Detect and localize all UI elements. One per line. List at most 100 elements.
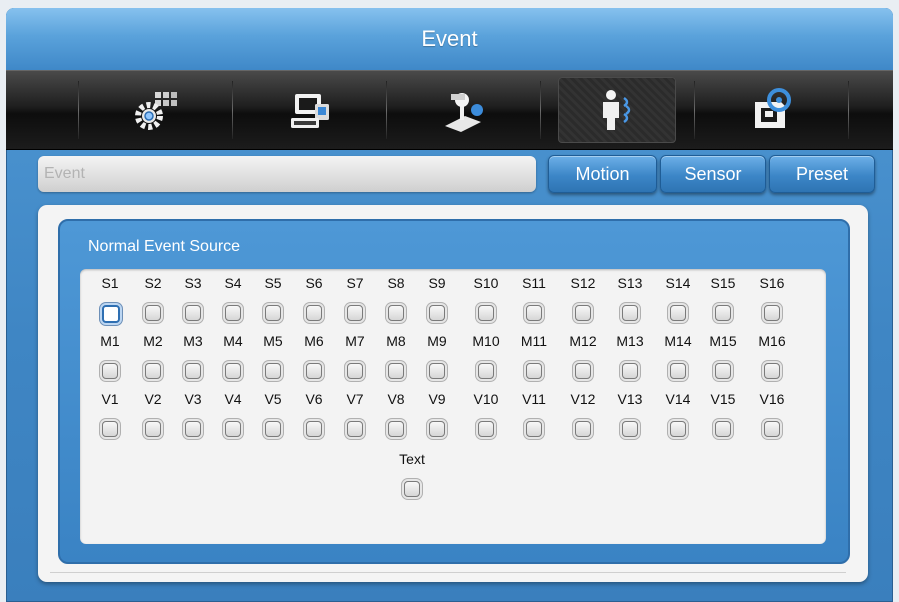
- source-label-2-4: V5: [264, 391, 282, 407]
- source-checkbox-1-5[interactable]: [306, 363, 322, 379]
- source-checkbox-0-4[interactable]: [265, 305, 281, 321]
- source-checkbox-1-13[interactable]: [670, 363, 686, 379]
- source-checkbox-2-12[interactable]: [622, 421, 638, 437]
- source-checkbox-0-13[interactable]: [670, 305, 686, 321]
- source-checkbox-0-8[interactable]: [429, 305, 445, 321]
- source-label-2-2: V3: [184, 391, 202, 407]
- event-name-field[interactable]: Event: [38, 156, 536, 192]
- source-checkbox-0-9[interactable]: [478, 305, 494, 321]
- source-checkbox-2-8[interactable]: [429, 421, 445, 437]
- source-checkbox-1-15[interactable]: [764, 363, 780, 379]
- source-label-1-15: M16: [758, 333, 786, 349]
- source-label-0-14: S15: [710, 275, 736, 291]
- motion-tab-button[interactable]: Motion: [548, 155, 657, 193]
- source-label-1-5: M6: [304, 333, 324, 349]
- source-checkbox-2-1[interactable]: [145, 421, 161, 437]
- source-checkbox-2-7[interactable]: [388, 421, 404, 437]
- source-label-1-6: M7: [345, 333, 365, 349]
- group-title: Normal Event Source: [88, 238, 241, 255]
- source-label-2-11: V12: [570, 391, 596, 407]
- source-checkbox-1-0[interactable]: [102, 363, 118, 379]
- source-label-2-7: V8: [387, 391, 405, 407]
- source-label-2-1: V2: [144, 391, 162, 407]
- storage-disc-icon[interactable]: [712, 77, 830, 143]
- source-checkbox-2-5[interactable]: [306, 421, 322, 437]
- source-label-1-7: M8: [386, 333, 406, 349]
- source-checkbox-1-1[interactable]: [145, 363, 161, 379]
- computer-display-icon[interactable]: [250, 77, 368, 143]
- source-checkbox-2-6[interactable]: [347, 421, 363, 437]
- source-checkbox-1-3[interactable]: [225, 363, 241, 379]
- source-checkbox-2-15[interactable]: [764, 421, 780, 437]
- source-checkbox-2-2[interactable]: [185, 421, 201, 437]
- source-label-0-13: S14: [665, 275, 691, 291]
- source-checkbox-1-9[interactable]: [478, 363, 494, 379]
- source-checkbox-0-14[interactable]: [715, 305, 731, 321]
- source-checkbox-0-0[interactable]: [102, 305, 120, 323]
- source-label-0-15: S16: [759, 275, 785, 291]
- source-checkbox-2-11[interactable]: [575, 421, 591, 437]
- normal-event-source-group: Normal Event Source S1 S2 S3 S4 S5 S6 S7 S8 S9 S1…: [58, 219, 850, 564]
- source-label-2-9: V10: [473, 391, 499, 407]
- source-checkbox-0-2[interactable]: [185, 305, 201, 321]
- text-source-label: Text: [399, 451, 425, 467]
- toolbar-separator: [78, 81, 79, 139]
- source-checkbox-0-10[interactable]: [526, 305, 542, 321]
- source-checkbox-0-6[interactable]: [347, 305, 363, 321]
- source-checkbox-1-8[interactable]: [429, 363, 445, 379]
- source-checkbox-0-7[interactable]: [388, 305, 404, 321]
- source-label-2-3: V4: [224, 391, 242, 407]
- source-label-0-0: S1: [101, 275, 119, 291]
- source-checkbox-2-4[interactable]: [265, 421, 281, 437]
- sensor-tab-button[interactable]: Sensor: [660, 155, 766, 193]
- panel-divider: [50, 572, 846, 573]
- source-label-2-8: V9: [428, 391, 446, 407]
- source-label-2-0: V1: [101, 391, 119, 407]
- source-checkbox-1-12[interactable]: [622, 363, 638, 379]
- person-motion-icon[interactable]: [558, 77, 676, 143]
- source-label-2-5: V6: [305, 391, 323, 407]
- source-label-1-0: M1: [100, 333, 120, 349]
- source-label-1-13: M14: [664, 333, 692, 349]
- preset-tab-button[interactable]: Preset: [769, 155, 875, 193]
- source-checkbox-1-11[interactable]: [575, 363, 591, 379]
- source-label-1-8: M9: [427, 333, 447, 349]
- source-checkbox-2-9[interactable]: [478, 421, 494, 437]
- source-checkbox-1-14[interactable]: [715, 363, 731, 379]
- source-checkbox-2-0[interactable]: [102, 421, 118, 437]
- source-label-0-2: S3: [184, 275, 202, 291]
- source-checkbox-1-2[interactable]: [185, 363, 201, 379]
- source-label-1-11: M12: [569, 333, 597, 349]
- source-label-1-9: M10: [472, 333, 500, 349]
- source-label-2-10: V11: [522, 391, 546, 407]
- source-checkbox-1-10[interactable]: [526, 363, 542, 379]
- source-checkbox-0-15[interactable]: [764, 305, 780, 321]
- text-source-checkbox[interactable]: [404, 481, 420, 497]
- source-checkbox-0-11[interactable]: [575, 305, 591, 321]
- source-label-2-12: V13: [617, 391, 643, 407]
- source-checkbox-2-3[interactable]: [225, 421, 241, 437]
- source-label-2-14: V15: [710, 391, 736, 407]
- source-checkbox-2-14[interactable]: [715, 421, 731, 437]
- main-toolbar: [6, 70, 893, 150]
- source-checkbox-0-12[interactable]: [622, 305, 638, 321]
- source-checkbox-1-4[interactable]: [265, 363, 281, 379]
- source-label-0-4: S5: [264, 275, 282, 291]
- source-checkbox-2-10[interactable]: [526, 421, 542, 437]
- source-checkbox-0-1[interactable]: [145, 305, 161, 321]
- joystick-control-icon[interactable]: [404, 77, 522, 143]
- source-label-0-11: S12: [570, 275, 596, 291]
- source-label-1-10: M11: [520, 333, 548, 349]
- source-checkbox-2-13[interactable]: [670, 421, 686, 437]
- source-label-0-9: S10: [473, 275, 499, 291]
- toolbar-separator: [540, 81, 541, 139]
- toolbar-separator: [386, 81, 387, 139]
- settings-grid-icon[interactable]: [96, 77, 214, 143]
- source-checkbox-0-5[interactable]: [306, 305, 322, 321]
- source-label-1-2: M3: [183, 333, 203, 349]
- source-label-2-6: V7: [346, 391, 364, 407]
- source-checkbox-1-6[interactable]: [347, 363, 363, 379]
- source-label-1-4: M5: [263, 333, 283, 349]
- source-checkbox-1-7[interactable]: [388, 363, 404, 379]
- source-checkbox-0-3[interactable]: [225, 305, 241, 321]
